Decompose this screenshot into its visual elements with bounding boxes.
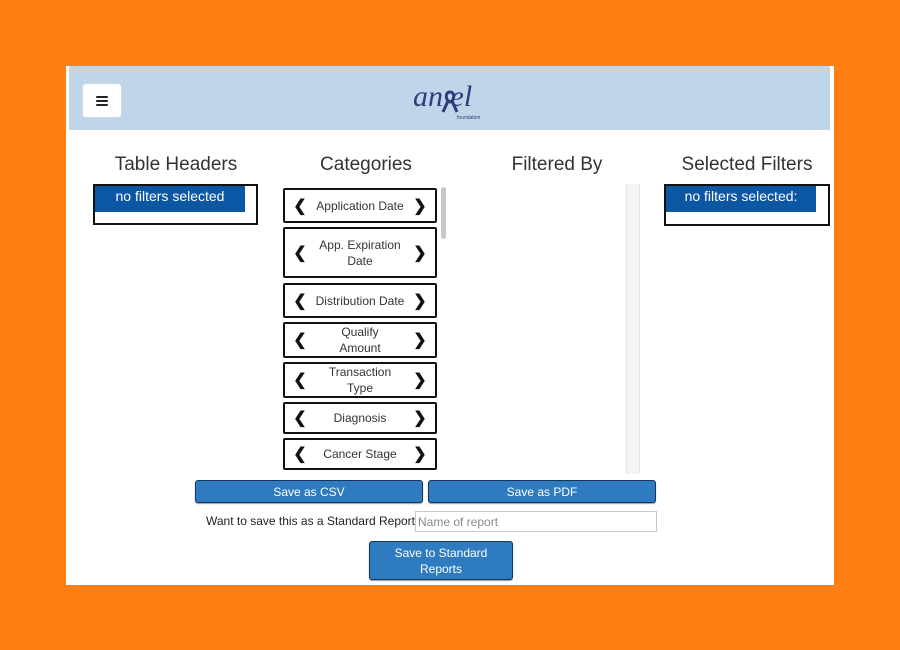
report-name-input[interactable]: [415, 511, 657, 532]
app-header: an el foundation: [69, 66, 830, 130]
filtered-by-list: [459, 184, 639, 474]
scroll-thumb[interactable]: [441, 187, 446, 239]
category-label: App. Expiration Date: [319, 237, 401, 268]
category-label: Transaction Type: [328, 365, 392, 395]
chevron-right-icon[interactable]: ❯: [405, 408, 435, 428]
categories-list[interactable]: ❮ Application Date ❯ ❮ App. Expiration D…: [283, 187, 438, 474]
hamburger-menu-icon: [96, 95, 108, 106]
save-csv-button[interactable]: Save as CSV: [195, 480, 423, 503]
categories-scrollbar[interactable]: [441, 187, 447, 474]
chevron-left-icon[interactable]: ❮: [285, 408, 315, 428]
category-item-app-expiration-date[interactable]: ❮ App. Expiration Date ❯: [283, 227, 437, 278]
category-item-diagnosis[interactable]: ❮ Diagnosis ❯: [283, 402, 437, 434]
chevron-left-icon[interactable]: ❮: [285, 196, 315, 216]
category-label: Distribution Date: [315, 293, 405, 308]
menu-button[interactable]: [82, 83, 122, 118]
table-headers-title: Table Headers: [114, 154, 238, 175]
chevron-left-icon[interactable]: ❮: [285, 243, 315, 263]
category-item-cancer-stage[interactable]: ❮ Cancer Stage ❯: [283, 438, 437, 470]
filtered-by-title: Filtered By: [511, 154, 603, 175]
category-label: Application Date: [316, 198, 404, 213]
save-pdf-button[interactable]: Save as PDF: [428, 480, 656, 503]
selected-filters-title: Selected Filters: [681, 154, 813, 175]
chevron-right-icon[interactable]: ❯: [405, 196, 435, 216]
chevron-right-icon[interactable]: ❯: [405, 291, 435, 311]
category-item-application-date[interactable]: ❮ Application Date ❯: [283, 188, 437, 223]
category-item-distribution-date[interactable]: ❮ Distribution Date ❯: [283, 283, 437, 318]
category-item-qualify-amount[interactable]: ❮ Qualify Amount ❯: [283, 322, 437, 358]
table-headers-empty-badge: no filters selected: [95, 186, 245, 212]
category-item-transaction-type[interactable]: ❮ Transaction Type ❯: [283, 362, 437, 398]
table-headers-list: no filters selected: [93, 184, 258, 225]
chevron-right-icon[interactable]: ❯: [405, 370, 435, 390]
filtered-by-scrollbar[interactable]: [626, 184, 640, 474]
standard-report-prompt: Want to save this as a Standard Report?: [206, 514, 422, 528]
chevron-left-icon[interactable]: ❮: [285, 330, 315, 350]
category-label: Qualify Amount: [339, 325, 381, 355]
category-label: Diagnosis: [333, 411, 387, 425]
logo-subtitle: foundation: [457, 115, 481, 121]
selected-filters-empty-badge: no filters selected:: [666, 186, 816, 212]
ribbon-icon: [441, 90, 459, 113]
chevron-left-icon[interactable]: ❮: [285, 444, 315, 464]
chevron-left-icon[interactable]: ❮: [285, 291, 315, 311]
chevron-right-icon[interactable]: ❯: [405, 243, 435, 263]
save-standard-report-button[interactable]: Save to Standard Reports: [369, 541, 513, 580]
foundation-logo: an el foundation: [413, 80, 493, 124]
category-label: Cancer Stage: [323, 447, 397, 461]
chevron-right-icon[interactable]: ❯: [405, 330, 435, 350]
categories-title: Categories: [320, 154, 412, 175]
chevron-left-icon[interactable]: ❮: [285, 370, 315, 390]
chevron-right-icon[interactable]: ❯: [405, 444, 435, 464]
selected-filters-list: no filters selected:: [664, 184, 830, 226]
report-builder-panel: an el foundation Table Headers Categorie…: [66, 66, 834, 585]
